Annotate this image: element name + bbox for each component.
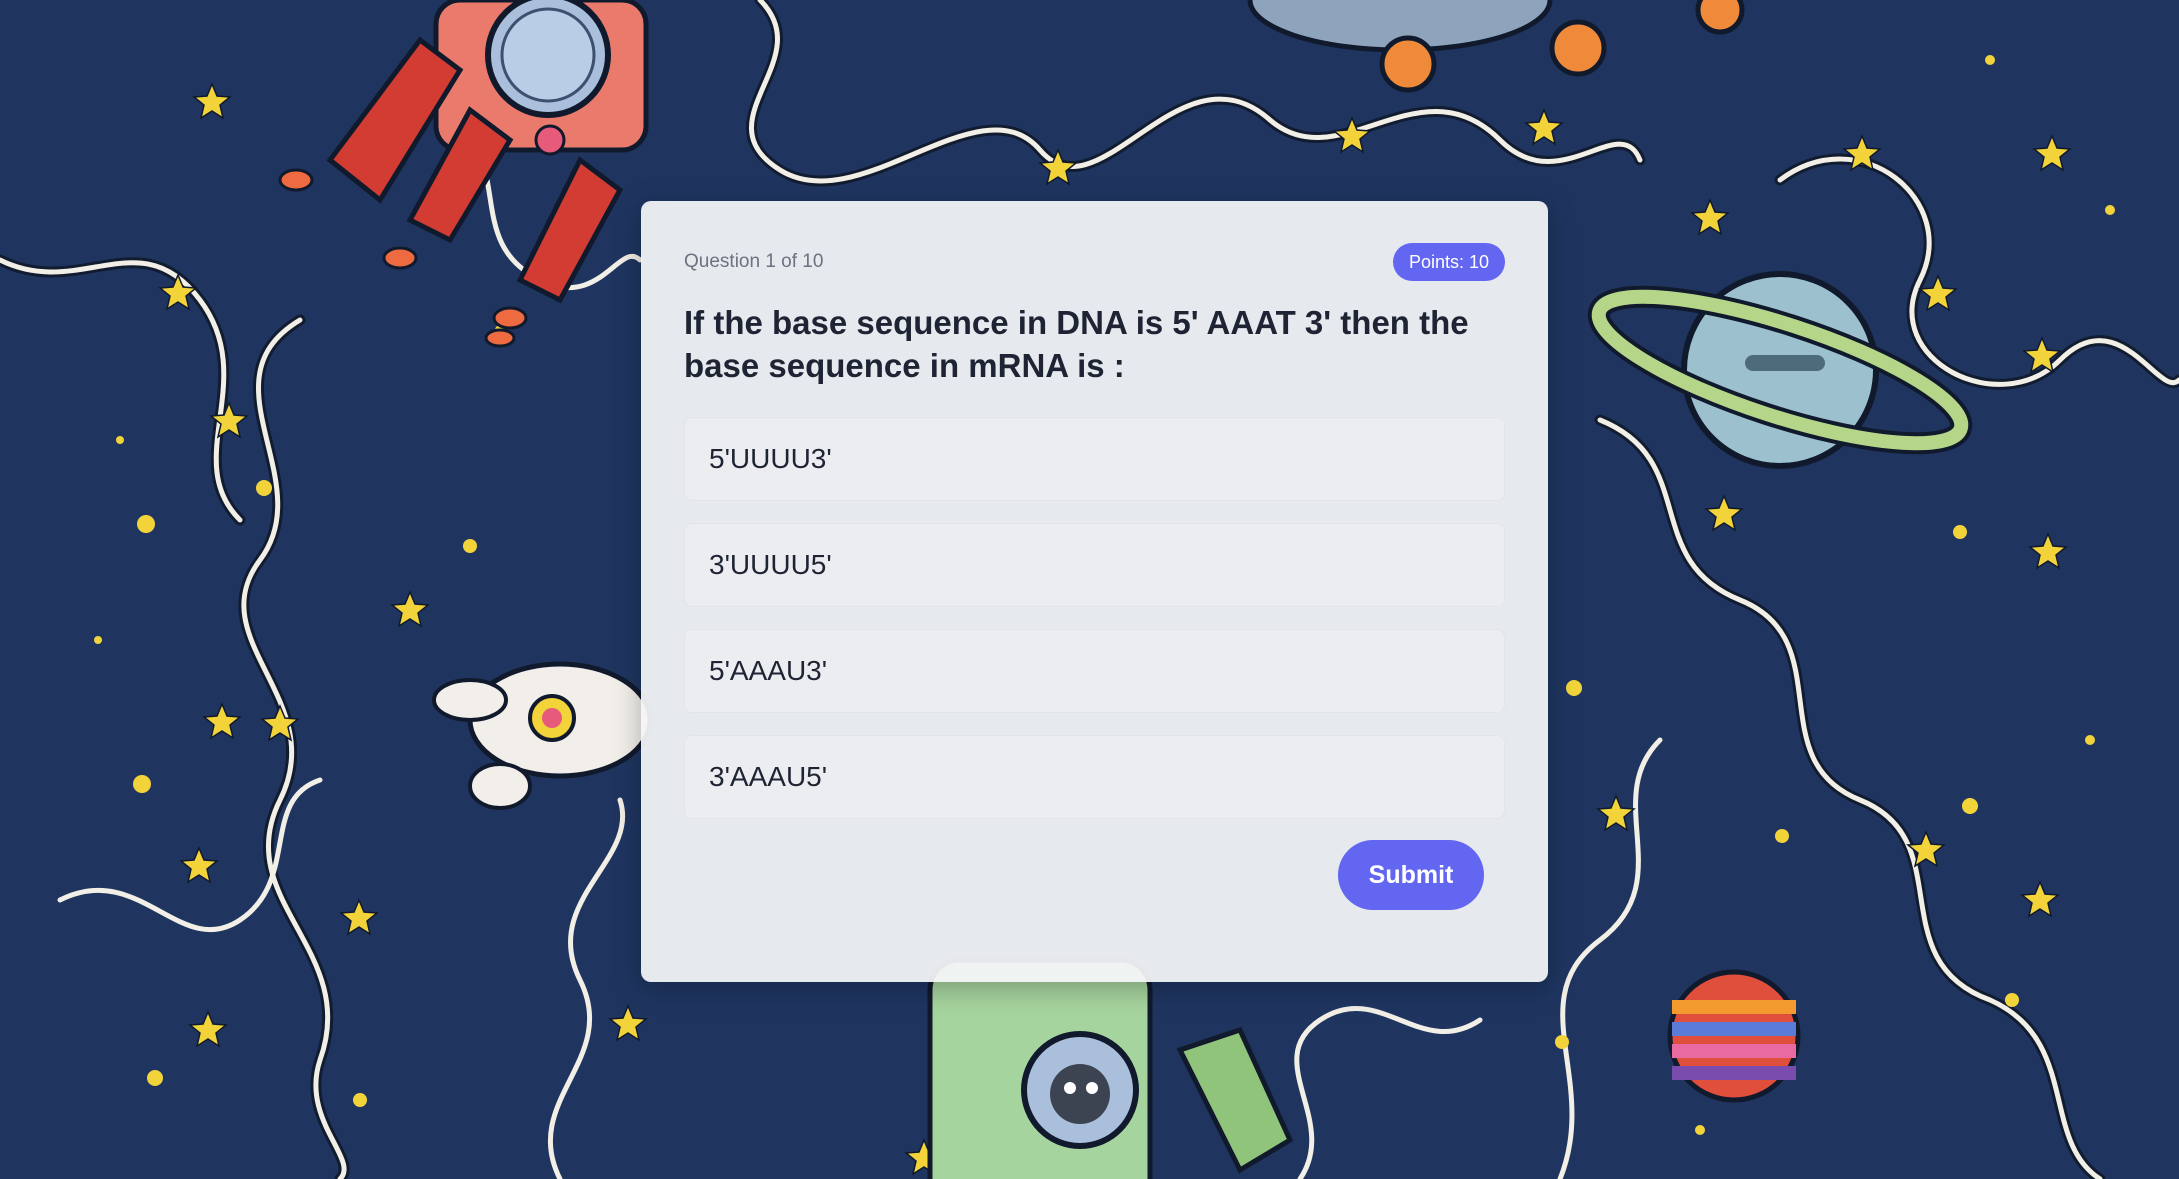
- submit-button[interactable]: Submit: [1338, 840, 1484, 910]
- quiz-header: Question 1 of 10 Points: 10: [684, 243, 1505, 281]
- question-counter: Question 1 of 10: [684, 251, 824, 272]
- submit-row: Submit: [684, 840, 1505, 910]
- answer-option-1[interactable]: 5'UUUU3': [684, 417, 1505, 501]
- points-badge: Points: 10: [1392, 243, 1505, 281]
- answer-option-4[interactable]: 3'AAAU5': [684, 735, 1505, 819]
- answer-options: 5'UUUU3' 3'UUUU5' 5'AAAU3' 3'AAAU5': [684, 417, 1505, 819]
- answer-option-3[interactable]: 5'AAAU3': [684, 629, 1505, 713]
- question-text: If the base sequence in DNA is 5' AAAT 3…: [684, 304, 1469, 384]
- answer-option-2[interactable]: 3'UUUU5': [684, 523, 1505, 607]
- quiz-card: Question 1 of 10 Points: 10 If the base …: [641, 201, 1548, 982]
